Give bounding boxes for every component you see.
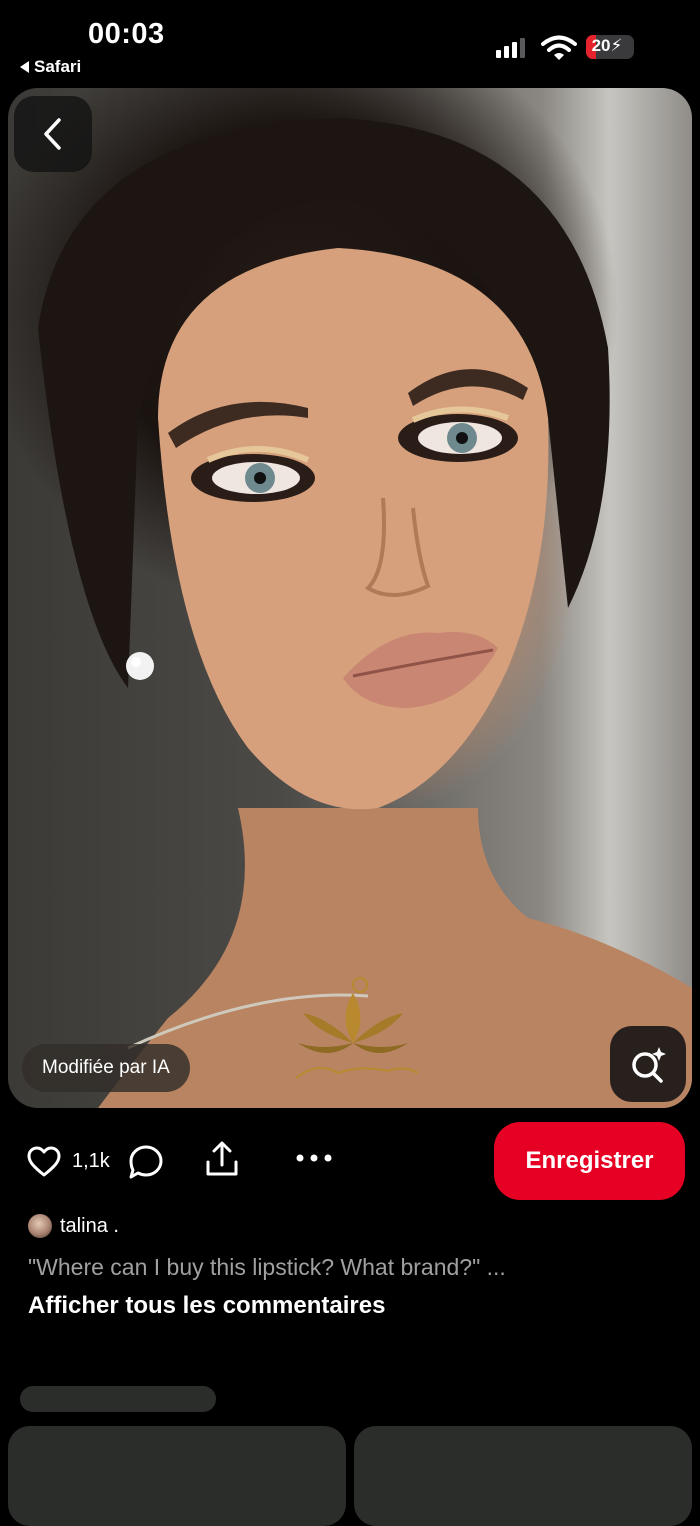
brand-watermark [278,973,428,1093]
avatar [28,1214,52,1238]
like-count: 1,1k [72,1150,110,1172]
status-time: 00:03 [88,18,165,50]
cellular-signal-icon [496,38,525,58]
heart-icon[interactable] [26,1146,62,1178]
show-all-comments-link[interactable]: Afficher tous les commentaires [28,1292,385,1320]
battery-level: 20 [591,36,611,55]
wifi-icon [541,35,577,60]
back-button[interactable] [14,96,92,172]
visual-search-button[interactable] [610,1026,686,1102]
more-icon[interactable] [294,1152,334,1164]
battery-indicator: 20⚡ [586,35,634,59]
portrait-photo [38,118,692,1108]
ai-modified-badge[interactable]: Modifiée par IA [22,1044,190,1092]
comment-author[interactable]: talina . [28,1214,119,1238]
visual-search-icon [632,1047,666,1083]
comment-text[interactable]: "Where can I buy this lipstick? What bra… [28,1254,506,1281]
back-icon [44,118,61,150]
back-triangle-icon [20,61,29,73]
loading-pin-card [8,1426,346,1526]
loading-placeholder-bar [20,1386,216,1412]
back-to-safari-link[interactable]: Safari [20,57,81,77]
pin-image[interactable]: Modifiée par IA [8,88,692,1108]
back-app-label: Safari [34,57,82,76]
status-bar: 00:03 Safari 20⚡ [0,0,700,86]
save-button[interactable]: Enregistrer [494,1122,685,1200]
share-icon[interactable] [203,1140,241,1178]
comment-author-name: talina . [60,1214,119,1237]
action-bar: 1,1k Enregistrer [0,1118,700,1208]
charging-bolt-icon: ⚡ [610,36,623,55]
loading-pin-card [354,1426,692,1526]
comment-icon[interactable] [128,1144,164,1180]
